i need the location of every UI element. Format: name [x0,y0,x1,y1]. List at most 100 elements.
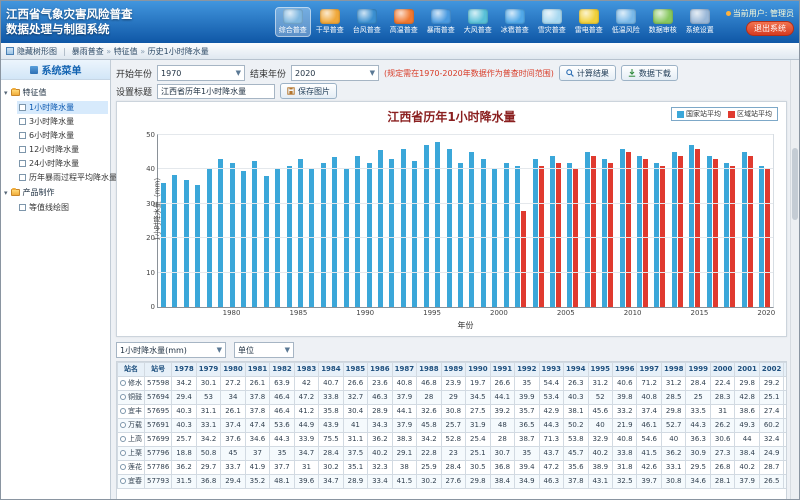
end-year-select[interactable]: 2020 ▼ [291,65,379,81]
column-header-year[interactable]: 1978 [172,363,196,377]
scrollbar-thumb[interactable] [792,148,798,220]
toolbar-item-9[interactable]: 雷电普查 [572,8,606,36]
table-row[interactable]: 上栗5779618.850.845373534.728.437.540.229.… [118,447,788,461]
column-header-year[interactable]: 1982 [270,363,294,377]
tab-bar: 隐藏树形图 | 暴雨普查 » 特征值 » 历史1小时降水量 [1,43,799,60]
column-header-year[interactable]: 1987 [392,363,416,377]
station-name-cell[interactable]: 修水 [118,377,145,391]
checkbox-icon[interactable] [19,204,26,211]
toolbar-item-7[interactable]: 冰雹普查 [498,8,532,36]
table-row[interactable]: 宜春5779331.536.829.435.248.139.634.728.93… [118,475,788,489]
station-name-cell[interactable]: 宜丰 [118,405,145,419]
column-header-year[interactable]: 1981 [245,363,269,377]
radio-icon[interactable] [120,380,126,386]
column-header-year[interactable]: 1979 [196,363,220,377]
column-header-year[interactable]: 1990 [466,363,490,377]
toolbar-item-2[interactable]: 干旱普查 [313,8,347,36]
column-header-year[interactable]: 1993 [539,363,563,377]
start-year-select[interactable]: 1970 ▼ [157,65,245,81]
tree-item[interactable]: 等值线绘图 [17,201,108,214]
expand-icon[interactable]: ▾ [4,89,8,97]
radio-icon[interactable] [120,478,126,484]
column-header-year[interactable]: 1998 [661,363,685,377]
toolbar-item-5[interactable]: 暴雨普查 [424,8,458,36]
measure-select[interactable]: 1小时降水量(mm) ▼ [116,342,226,358]
download-button[interactable]: 数据下载 [621,65,678,81]
checkbox-icon[interactable] [19,104,26,111]
column-header-year[interactable]: 1992 [515,363,539,377]
toolbar-item-10[interactable]: 低温风险 [609,8,643,36]
table-row[interactable]: 上高5769925.734.237.634.644.333.975.531.13… [118,433,788,447]
column-header-year[interactable]: 1995 [588,363,612,377]
station-name-cell[interactable]: 万载 [118,419,145,433]
breadcrumb-item[interactable]: 暴雨普查 [72,47,104,56]
column-header-year[interactable]: 1983 [294,363,318,377]
tree-item[interactable]: 6小时降水量 [17,129,108,142]
toolbar-item-6[interactable]: 大风普查 [461,8,495,36]
save-image-button[interactable]: 保存图片 [280,83,337,99]
column-header-year[interactable]: 1991 [490,363,514,377]
unit-select[interactable]: 单位 ▼ [234,342,294,358]
value-cell: 41.5 [637,447,661,461]
checkbox-icon[interactable] [19,174,26,181]
column-header-year[interactable]: 2001 [735,363,759,377]
tree-item[interactable]: 12小时降水量 [17,143,108,156]
vertical-scrollbar[interactable] [790,60,799,499]
column-header-year[interactable]: 2003 [784,363,787,377]
breadcrumb-item[interactable]: 历史1小时降水量 [148,47,209,56]
checkbox-icon[interactable] [19,118,26,125]
tree-item[interactable]: 24小时降水量 [17,157,108,170]
column-header-year[interactable]: 1997 [637,363,661,377]
radio-icon[interactable] [120,408,126,414]
radio-icon[interactable] [120,436,126,442]
column-header-year[interactable]: 1994 [564,363,588,377]
radio-icon[interactable] [120,394,126,400]
radio-icon[interactable] [120,422,126,428]
column-header-year[interactable]: 1988 [417,363,441,377]
column-header-year[interactable]: 1989 [441,363,465,377]
station-name-cell[interactable]: 铜鼓 [118,391,145,405]
chart-title-input[interactable] [157,84,275,99]
column-header-station-id[interactable]: 站号 [145,363,172,377]
column-header-year[interactable]: 1985 [343,363,367,377]
column-header-year[interactable]: 2000 [710,363,734,377]
toolbar-item-4[interactable]: 高温普查 [387,8,421,36]
chart-title-label: 设置标题 [116,85,152,98]
column-header-year[interactable]: 2002 [759,363,783,377]
checkbox-icon[interactable] [19,146,26,153]
toolbar-item-11[interactable]: 数据审核 [646,8,680,36]
column-header-year[interactable]: 1986 [368,363,392,377]
column-header-station[interactable]: 站名 [118,363,145,377]
column-header-year[interactable]: 1999 [686,363,710,377]
toolbar-item-12[interactable]: 系统设置 [683,8,717,36]
station-name-cell[interactable]: 宜春 [118,475,145,489]
tree-group-1[interactable]: ▾特征值 [4,87,107,98]
toggle-tree-button[interactable]: 隐藏树形图 [6,46,57,57]
tree-group-2[interactable]: ▾产品制作 [4,187,107,198]
table-row[interactable]: 莲花5778636.229.733.741.937.73130.235.132.… [118,461,788,475]
tree-item[interactable]: 1小时降水量 [17,101,108,114]
station-name-cell[interactable]: 上高 [118,433,145,447]
tree-item[interactable]: 历年暴雨过程平均降水量 [17,171,108,184]
tree-item[interactable]: 3小时降水量 [17,115,108,128]
toolbar-item-8[interactable]: 雪灾普查 [535,8,569,36]
radio-icon[interactable] [120,450,126,456]
table-row[interactable]: 修水5759834.230.127.226.163.94240.726.623.… [118,377,788,391]
calculate-button[interactable]: 计算结果 [559,65,616,81]
station-name-cell[interactable]: 莲花 [118,461,145,475]
column-header-year[interactable]: 1980 [221,363,245,377]
station-name-cell[interactable]: 上栗 [118,447,145,461]
checkbox-icon[interactable] [19,160,26,167]
table-row[interactable]: 宜丰5769540.331.126.137.846.441.235.830.42… [118,405,788,419]
radio-icon[interactable] [120,464,126,470]
toolbar-item-1[interactable]: 综合普查 [276,8,310,36]
breadcrumb-item[interactable]: 特征值 [114,47,138,56]
table-row[interactable]: 铜鼓5769429.4533437.846.447.233.832.746.33… [118,391,788,405]
table-row[interactable]: 万载5769140.333.137.447.453.644.943.94134.… [118,419,788,433]
toolbar-item-3[interactable]: 台风普查 [350,8,384,36]
column-header-year[interactable]: 1984 [319,363,343,377]
checkbox-icon[interactable] [19,132,26,139]
logout-button[interactable]: 退出系统 [746,21,794,36]
column-header-year[interactable]: 1996 [613,363,637,377]
expand-icon[interactable]: ▾ [4,189,8,197]
